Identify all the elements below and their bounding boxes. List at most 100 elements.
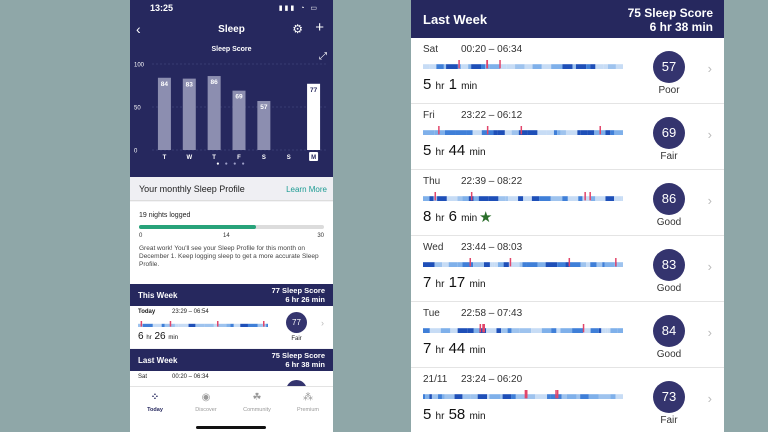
sleep-row-1[interactable]: Fri 23:22 – 06:12 5 hr 44 min 69 Fair › bbox=[411, 104, 724, 170]
score-ring: 86 bbox=[653, 183, 685, 215]
nights-progress-bar bbox=[139, 225, 324, 229]
hours: 7 bbox=[423, 340, 432, 357]
chevron-right-icon: › bbox=[707, 193, 712, 208]
hours: 5 bbox=[423, 142, 432, 159]
tab-today[interactable]: ⁘ Today bbox=[130, 392, 180, 413]
min-unit: min bbox=[461, 213, 478, 224]
row-duration: 8 hr 6 min bbox=[423, 208, 477, 225]
row-time: 23:24 – 06:20 bbox=[461, 374, 523, 385]
tab-label: Community bbox=[243, 407, 271, 413]
min-unit: min bbox=[469, 147, 486, 158]
score-ring: 73 bbox=[653, 381, 685, 413]
nav-bar: ‹ Sleep ⚙ + bbox=[130, 19, 333, 38]
quality-label: Poor bbox=[658, 85, 680, 96]
tick-end: 30 bbox=[317, 233, 324, 239]
bar-value-label: 84 bbox=[161, 81, 169, 88]
chevron-right-icon: › bbox=[707, 61, 712, 76]
score-ring: 83 bbox=[653, 249, 685, 281]
min-unit: min bbox=[469, 345, 486, 356]
nights-logged-card: 19 nights logged 0 14 30 Great work! You… bbox=[130, 202, 333, 284]
quality-label: Good bbox=[656, 283, 682, 294]
sleep-row-0[interactable]: Sat 00:20 – 06:34 5 hr 1 min 57 Poor › bbox=[411, 38, 724, 104]
sleep-row-3[interactable]: Wed 23:44 – 08:03 7 hr 17 min 83 Good › bbox=[411, 236, 724, 302]
hr-unit: hr bbox=[435, 411, 445, 422]
row-duration: 5 hr 58 min bbox=[423, 406, 486, 423]
sleep-row-5[interactable]: 21/11 23:24 – 06:20 5 hr 58 min 73 Fair › bbox=[411, 368, 724, 432]
bar-value-label: 57 bbox=[260, 104, 268, 111]
hours: 7 bbox=[423, 274, 432, 291]
chevron-right-icon: › bbox=[707, 325, 712, 340]
minutes: 1 bbox=[448, 76, 457, 93]
last-week-header: Last Week 75 Sleep Score 6 hr 38 min bbox=[411, 0, 724, 38]
quality-label: Good bbox=[656, 349, 682, 360]
sleep-stage-bar bbox=[423, 324, 623, 333]
week-label: Last Week bbox=[138, 356, 178, 365]
premium-icon: ⁂ bbox=[303, 392, 313, 403]
row-time: 23:29 – 06:54 bbox=[172, 309, 209, 315]
tab-premium[interactable]: ⁂ Premium bbox=[283, 392, 333, 413]
home-indicator bbox=[196, 426, 266, 429]
score-ring: 57 bbox=[653, 51, 685, 83]
profile-heading: Your monthly Sleep Profile bbox=[139, 184, 245, 194]
bar-value-label: 83 bbox=[186, 82, 194, 89]
hr-unit: hr bbox=[146, 335, 152, 341]
tab-discover[interactable]: ◉ Discover bbox=[181, 392, 231, 413]
sleep-profile-row[interactable]: Your monthly Sleep Profile Learn More bbox=[130, 177, 333, 201]
screenshot-stage: 13:25 ▮▮▮ ◔ ▭ ‹ Sleep ⚙ + Sleep Score ⤢ … bbox=[0, 0, 768, 432]
profile-message: Great work! You'll see your Sleep Profil… bbox=[139, 245, 319, 268]
tab-label: Discover bbox=[195, 407, 217, 413]
hr-unit: hr bbox=[435, 213, 445, 224]
week-label: This Week bbox=[138, 291, 178, 300]
chevron-right-icon: › bbox=[707, 259, 712, 274]
row-duration: 6 hr 26 min bbox=[138, 331, 178, 342]
tick-mid: 14 bbox=[223, 233, 230, 239]
quality-label: Good bbox=[656, 217, 682, 228]
plus-icon[interactable]: + bbox=[315, 19, 324, 36]
score-ring: 69 bbox=[653, 117, 685, 149]
row-time: 22:58 – 07:43 bbox=[461, 308, 523, 319]
row-duration: 7 hr 17 min bbox=[423, 274, 486, 291]
sleep-stage-bar bbox=[423, 126, 623, 135]
tick-start: 0 bbox=[139, 233, 143, 239]
bar-value-label: 69 bbox=[235, 94, 243, 101]
bar-value-label: 77 bbox=[310, 87, 318, 94]
bar-0 bbox=[157, 77, 171, 150]
min-unit: min bbox=[168, 335, 179, 341]
sleep-row-4[interactable]: Tue 22:58 – 07:43 7 hr 44 min 84 Good › bbox=[411, 302, 724, 368]
y-tick-label: 50 bbox=[134, 106, 141, 112]
week-summary: 75 Sleep Score 6 hr 38 min bbox=[628, 6, 713, 34]
row-time: 00:20 – 06:34 bbox=[172, 374, 209, 380]
row-duration: 5 hr 1 min bbox=[423, 76, 477, 93]
gear-icon[interactable]: ⚙ bbox=[292, 22, 303, 36]
bar-1 bbox=[182, 78, 196, 150]
sleep-stage-bar bbox=[138, 321, 268, 327]
hours: 6 bbox=[138, 331, 144, 342]
status-bar: 13:25 ▮▮▮ ◔ ▭ bbox=[130, 3, 333, 15]
tab-label: Premium bbox=[296, 407, 319, 413]
week-score: 77 Sleep Score bbox=[271, 286, 325, 295]
row-time: 00:20 – 06:34 bbox=[461, 44, 523, 55]
sleep-score-chart: 10050084T83W86T69F57S S77M bbox=[134, 63, 326, 161]
minutes: 58 bbox=[448, 406, 466, 423]
tab-community[interactable]: ☘ Community bbox=[232, 392, 282, 413]
sleep-header-panel: 13:25 ▮▮▮ ◔ ▭ ‹ Sleep ⚙ + Sleep Score ⤢ … bbox=[130, 0, 333, 177]
progress-fill bbox=[139, 225, 257, 229]
hours: 5 bbox=[423, 406, 432, 423]
row-time: 23:44 – 08:03 bbox=[461, 242, 523, 253]
quality-label: Fair bbox=[660, 151, 678, 162]
last-week-panel: Last Week 75 Sleep Score 6 hr 38 min Sat 0… bbox=[411, 0, 724, 432]
min-unit: min bbox=[461, 81, 478, 92]
chevron-right-icon: › bbox=[707, 127, 712, 142]
week-avg: 6 hr 38 min bbox=[649, 20, 713, 34]
page-dots: ● ● ● ● bbox=[216, 161, 247, 167]
this-week-header: This Week 77 Sleep Score 6 hr 26 min bbox=[130, 284, 333, 306]
hr-unit: hr bbox=[435, 147, 445, 158]
row-day: Sat bbox=[423, 44, 439, 55]
chevron-right-icon: › bbox=[321, 318, 324, 328]
today-sleep-row[interactable]: Today 23:29 – 06:54 6 hr 26 min 77 Fair … bbox=[130, 306, 333, 348]
sleep-row-2[interactable]: Thu 22:39 – 08:22 8 hr 6 min ★ 86 Good › bbox=[411, 170, 724, 236]
row-day: Tue bbox=[423, 308, 440, 319]
week-label: Last Week bbox=[423, 12, 488, 27]
learn-more-link[interactable]: Learn More bbox=[286, 185, 327, 194]
sleep-stage-bar bbox=[423, 60, 623, 69]
